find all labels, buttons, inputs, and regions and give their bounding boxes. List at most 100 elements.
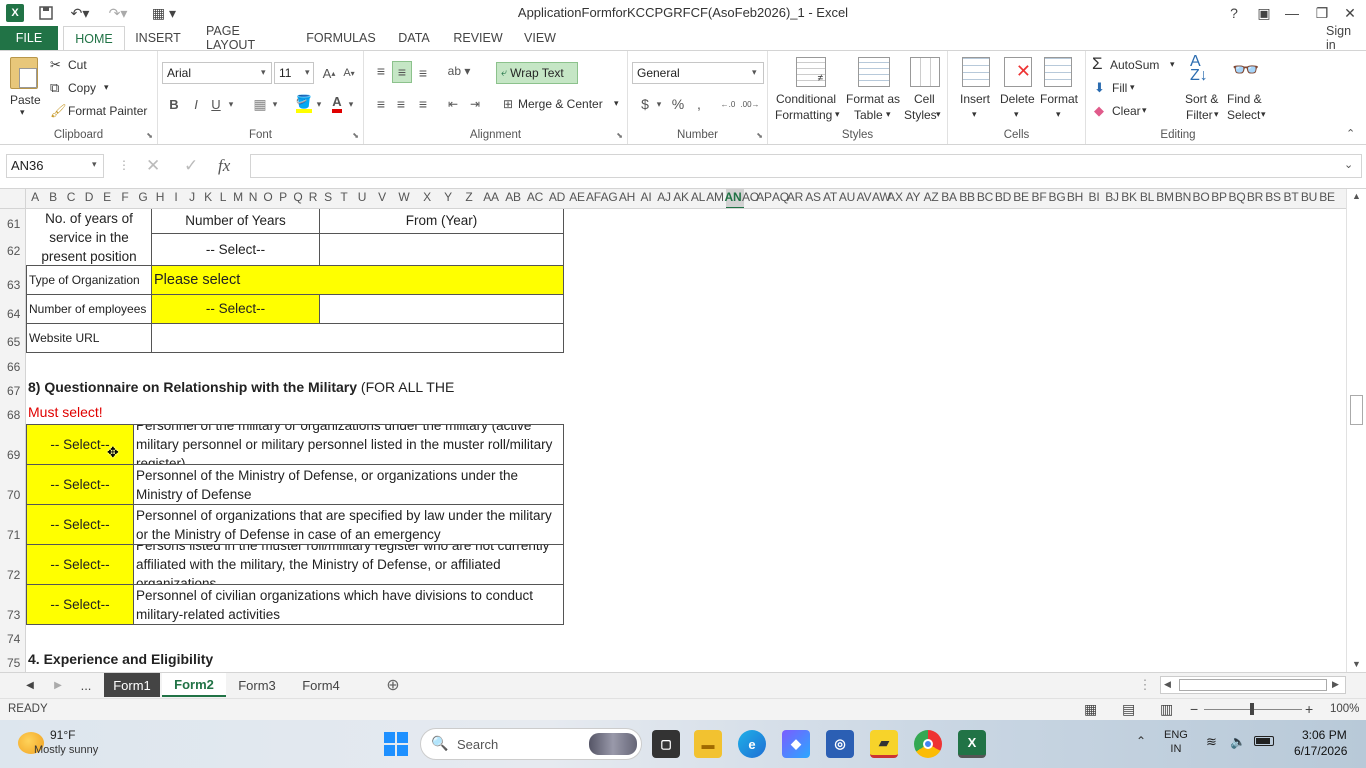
grow-font-icon[interactable]: A ▴ — [320, 63, 338, 83]
edge-icon[interactable]: e — [738, 730, 766, 758]
number-format-box[interactable]: General — [632, 62, 764, 84]
col-header[interactable]: A — [26, 190, 44, 208]
increase-indent-icon[interactable]: ⇥ — [466, 93, 484, 115]
col-header[interactable]: BQ — [1228, 190, 1246, 208]
col-header[interactable]: F — [116, 190, 134, 208]
sort-dropdown-icon[interactable]: ▾ — [1214, 109, 1219, 120]
col-header[interactable]: AY — [904, 190, 922, 208]
col-header[interactable]: W — [392, 190, 416, 208]
select-all-corner[interactable] — [0, 189, 26, 209]
col-header[interactable]: AS — [804, 190, 822, 208]
col-header[interactable]: AK — [672, 190, 690, 208]
col-header[interactable]: BM — [1156, 190, 1174, 208]
employees-extra-cell[interactable] — [319, 294, 564, 324]
col-header[interactable]: AR — [786, 190, 804, 208]
horizontal-scrollbar[interactable]: ◀ ▶ — [1160, 676, 1346, 694]
row-header[interactable]: 63 — [0, 278, 26, 292]
conditional-formatting-button-2[interactable]: Formatting — [775, 108, 832, 122]
tab-formulas[interactable]: FORMULAS — [302, 26, 380, 50]
minimize-button[interactable]: — — [1282, 3, 1302, 23]
wrap-text-button[interactable]: ⤶ Wrap Text — [496, 62, 578, 84]
name-box[interactable]: AN36 — [6, 154, 104, 178]
col-header[interactable]: BN — [1174, 190, 1192, 208]
row-header[interactable]: 70 — [0, 488, 26, 502]
comma-button[interactable]: , — [692, 93, 706, 115]
col-header[interactable]: AI — [636, 190, 656, 208]
percent-button[interactable]: % — [668, 93, 688, 115]
tab-splitter-icon[interactable]: ⋮ — [1139, 673, 1152, 697]
zoom-level[interactable]: 100% — [1330, 703, 1359, 715]
ribbon-display-button[interactable]: ▣ — [1254, 3, 1274, 23]
number-launcher-icon[interactable]: ⬊ — [756, 131, 763, 140]
cut-button[interactable]: Cut — [68, 58, 87, 72]
currency-button[interactable]: $ — [636, 93, 654, 115]
col-header[interactable]: BR — [1246, 190, 1264, 208]
row-header[interactable]: 65 — [0, 335, 26, 349]
row-header[interactable]: 64 — [0, 307, 26, 321]
page-break-view-icon[interactable]: ▥ — [1160, 701, 1173, 718]
col-header[interactable]: BA — [940, 190, 958, 208]
app-icon[interactable]: ◆ — [782, 730, 810, 758]
language-indicator[interactable]: ENG IN — [1164, 728, 1188, 756]
tab-view[interactable]: VIEW — [518, 26, 562, 50]
cell-styles-dropdown-icon[interactable]: ▾ — [936, 109, 941, 120]
fill-color-icon[interactable]: 🪣 — [294, 93, 314, 115]
employees-label[interactable]: Number of employees — [26, 294, 152, 324]
clock-date[interactable]: 6/17/2026 — [1294, 744, 1347, 758]
col-header[interactable]: AB — [502, 190, 524, 208]
col-header[interactable]: BU — [1300, 190, 1318, 208]
website-label[interactable]: Website URL — [26, 323, 152, 353]
table-dropdown-icon[interactable]: ▾ — [886, 109, 891, 120]
col-header[interactable]: O — [260, 190, 276, 208]
col-header[interactable]: AO — [742, 190, 759, 208]
row-header[interactable]: 74 — [0, 632, 26, 646]
copy-dropdown-icon[interactable]: ▾ — [104, 82, 109, 93]
font-size-dropdown-icon[interactable]: ▾ — [305, 67, 310, 78]
col-header[interactable]: Z — [458, 190, 480, 208]
autosum-dropdown-icon[interactable]: ▾ — [1170, 59, 1175, 70]
col-header[interactable]: AW — [872, 190, 891, 208]
scroll-left-icon[interactable]: ◀ — [1164, 679, 1171, 690]
conditional-dropdown-icon[interactable]: ▾ — [835, 109, 840, 120]
currency-dropdown-icon[interactable]: ▾ — [654, 93, 664, 115]
merge-dropdown-icon[interactable]: ▾ — [614, 98, 619, 109]
q3-text[interactable]: Personnel of organizations that are spec… — [133, 504, 564, 545]
col-header[interactable]: AT — [822, 190, 838, 208]
borders-dropdown-icon[interactable]: ▾ — [270, 93, 280, 115]
wifi-icon[interactable]: ≋ — [1206, 734, 1217, 750]
col-header[interactable]: AE — [568, 190, 586, 208]
zoom-slider[interactable] — [1204, 703, 1302, 715]
q5-text[interactable]: Personnel of civilian organizations whic… — [133, 584, 564, 625]
col-header[interactable]: BO — [1192, 190, 1210, 208]
col-header[interactable]: BE — [1012, 190, 1030, 208]
sheet-tab-form4[interactable]: Form4 — [290, 673, 352, 697]
decrease-indent-icon[interactable]: ⇤ — [444, 93, 462, 115]
q5-select-dropdown[interactable]: -- Select-- — [26, 584, 134, 625]
autosum-button[interactable]: AutoSum — [1110, 58, 1159, 72]
page-layout-view-icon[interactable]: ▤ — [1122, 701, 1135, 718]
col-header[interactable]: BS — [1264, 190, 1282, 208]
q3-select-dropdown[interactable]: -- Select-- — [26, 504, 134, 545]
sheet-tab-form1[interactable]: Form1 — [104, 673, 160, 697]
enter-entry-icon[interactable]: ✓ — [184, 156, 198, 176]
file-explorer-icon[interactable]: ▬ — [694, 730, 722, 758]
tab-page-layout[interactable]: PAGE LAYOUT — [196, 24, 292, 52]
task-view-icon[interactable]: ▢ — [652, 730, 680, 758]
increase-decimal-icon[interactable]: ←.0 — [718, 93, 738, 115]
vertical-scrollbar[interactable]: ▲ ▼ — [1346, 189, 1366, 673]
sticky-notes-icon[interactable]: ▰ — [870, 730, 898, 758]
col-header[interactable]: BC — [976, 190, 994, 208]
clipboard-launcher-icon[interactable]: ⬊ — [146, 131, 153, 140]
col-header[interactable]: H — [152, 190, 168, 208]
scroll-right-icon[interactable]: ▶ — [1332, 679, 1339, 690]
font-color-dropdown-icon[interactable]: ▾ — [346, 93, 356, 115]
formula-input[interactable] — [250, 154, 1362, 178]
years-select-dropdown[interactable]: -- Select-- — [151, 233, 320, 266]
col-header[interactable]: AM — [706, 190, 724, 208]
col-header[interactable]: BI — [1084, 190, 1104, 208]
paste-dropdown-icon[interactable]: ▾ — [20, 107, 25, 118]
col-header[interactable]: AZ — [922, 190, 940, 208]
col-header[interactable]: G — [134, 190, 152, 208]
camera-app-icon[interactable]: ◎ — [826, 730, 854, 758]
sheet-tab-form2[interactable]: Form2 — [162, 673, 226, 697]
